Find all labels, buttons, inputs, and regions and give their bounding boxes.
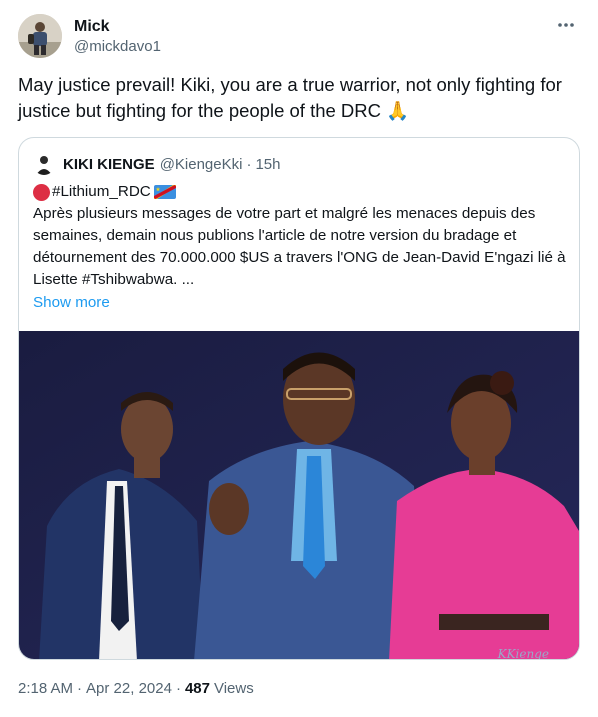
quoted-tweet-body: #Lithium_RDC Après plusieurs messages de… — [33, 181, 569, 291]
tweet-text: May justice prevail! Kiki, you are a tru… — [18, 74, 562, 121]
tweet-meta: 2:18 AM · Apr 22, 2024 · 487 Views — [18, 680, 254, 697]
drc-flag-icon — [153, 185, 176, 199]
hashtag-lithium[interactable]: #Lithium_RDC — [52, 181, 151, 203]
quoted-tweet[interactable]: KIKI KIENGE @KiengeKki · 15h #Lithium_RD… — [18, 137, 580, 660]
tweet-time[interactable]: 2:18 AM — [18, 680, 73, 697]
author-handle[interactable]: @mickdavo1 — [74, 37, 161, 56]
photo-three-people — [19, 331, 579, 659]
separator-dot: · — [246, 155, 252, 173]
tweet-date[interactable]: Apr 22, 2024 — [86, 680, 172, 697]
quoted-hashtag-line: #Lithium_RDC — [33, 181, 569, 203]
separator-dot: · — [77, 680, 83, 697]
avatar-image — [18, 14, 62, 58]
quoted-tweet-text: Après plusieurs messages de votre part e… — [33, 205, 566, 288]
more-horizontal-icon — [558, 23, 574, 27]
image-watermark: KKienge — [497, 647, 549, 660]
views-count: 487 — [184, 680, 210, 697]
quoted-author-name[interactable]: KIKI KIENGE — [63, 156, 155, 173]
show-more-link[interactable]: Show more — [33, 292, 110, 314]
avatar-image — [33, 153, 55, 175]
author-names: Mick @mickdavo1 — [74, 17, 161, 56]
red-circle-icon — [33, 183, 50, 201]
quoted-timestamp[interactable]: 15h — [255, 156, 280, 173]
more-options-button[interactable] — [552, 14, 580, 36]
quoted-author-avatar[interactable] — [33, 153, 55, 175]
author-display-name[interactable]: Mick — [74, 17, 161, 37]
author-avatar[interactable] — [18, 14, 62, 58]
quoted-author-handle[interactable]: @KiengeKki — [160, 156, 243, 173]
views-label: Views — [213, 680, 254, 697]
quoted-tweet-image[interactable]: KKienge — [19, 331, 579, 660]
quoted-tweet-header: KIKI KIENGE @KiengeKki · 15h — [33, 153, 281, 175]
tweet-header: Mick @mickdavo1 — [18, 12, 580, 60]
separator-dot: · — [175, 680, 181, 697]
